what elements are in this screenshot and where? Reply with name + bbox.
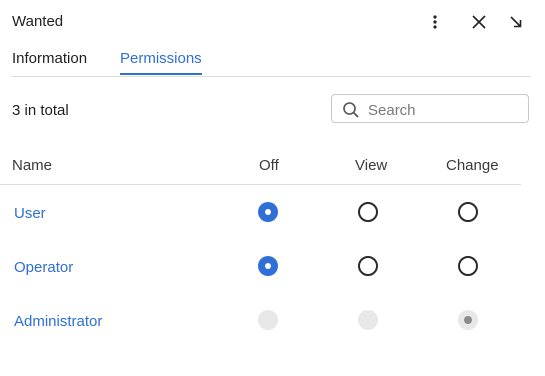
radio-user-view[interactable] <box>358 202 378 222</box>
search-input[interactable] <box>366 99 520 121</box>
radio-operator-off[interactable] <box>258 256 278 276</box>
tab-permissions[interactable]: Permissions <box>120 50 202 75</box>
tab-information[interactable]: Information <box>12 50 87 73</box>
row-name-administrator[interactable]: Administrator <box>14 313 102 330</box>
radio-user-off[interactable] <box>258 202 278 222</box>
column-header-off: Off <box>259 157 279 174</box>
close-icon[interactable] <box>467 10 491 34</box>
radio-administrator-change <box>458 310 478 330</box>
radio-administrator-view <box>358 310 378 330</box>
panel-title: Wanted <box>12 13 64 30</box>
row-name-operator[interactable]: Operator <box>14 259 73 276</box>
minimize-arrow-icon[interactable] <box>504 10 528 34</box>
row-name-user[interactable]: User <box>14 205 46 222</box>
radio-user-change[interactable] <box>458 202 478 222</box>
search-box[interactable] <box>331 94 529 123</box>
tab-bar: Information Permissions <box>12 48 531 77</box>
table-header-divider <box>0 184 521 185</box>
column-header-change: Change <box>446 157 499 174</box>
column-header-name: Name <box>12 157 53 174</box>
radio-administrator-off <box>258 310 278 330</box>
radio-operator-view[interactable] <box>358 256 378 276</box>
column-header-view: View <box>355 157 388 174</box>
search-icon <box>343 102 359 118</box>
radio-operator-change[interactable] <box>458 256 478 276</box>
more-vertical-icon[interactable] <box>423 10 447 34</box>
total-count: 3 in total <box>12 102 69 119</box>
